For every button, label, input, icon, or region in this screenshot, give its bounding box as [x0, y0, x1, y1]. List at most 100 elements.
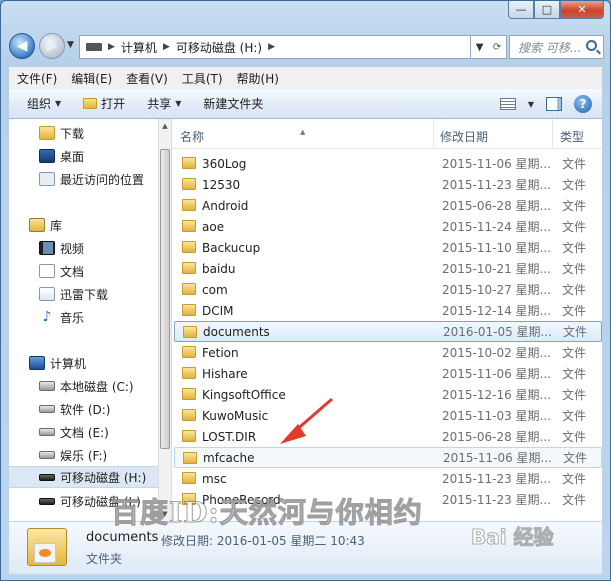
breadcrumb-computer[interactable]: 计算机	[121, 39, 157, 56]
table-row[interactable]: msc 2015-11-23 星期... 文件	[174, 468, 602, 489]
table-row[interactable]: KingsoftOffice 2015-12-16 星期... 文件	[174, 384, 602, 405]
column-divider[interactable]	[433, 119, 434, 149]
menu-tools[interactable]: 工具(T)	[182, 70, 223, 87]
sidebar-item-drive-h[interactable]: 可移动磁盘 (H:)	[9, 466, 158, 488]
folder-icon	[182, 157, 196, 169]
help-icon[interactable]: ?	[574, 95, 592, 113]
computer-icon	[29, 356, 45, 370]
file-name: LOST.DIR	[202, 429, 257, 444]
search-icon[interactable]	[586, 40, 597, 51]
sidebar-item-thunder-download[interactable]: 迅雷下载	[39, 283, 108, 305]
file-type: 文件	[562, 304, 587, 318]
file-date: 2015-10-27 星期...	[442, 283, 551, 297]
sidebar-item-drive-c[interactable]: 本地磁盘 (C:)	[39, 375, 134, 397]
file-date: 2015-11-03 星期...	[442, 409, 551, 423]
sidebar-item-drive-e[interactable]: 文档 (E:)	[39, 421, 109, 443]
sidebar-item-drive-d[interactable]: 软件 (D:)	[39, 398, 110, 420]
sidebar-item-music[interactable]: ♪ 音乐	[39, 306, 84, 328]
table-row[interactable]: DCIM 2015-12-14 星期... 文件	[174, 300, 602, 321]
table-row[interactable]: Fetion 2015-10-02 星期... 文件	[174, 342, 602, 363]
folder-icon	[182, 199, 196, 211]
sidebar-item-videos[interactable]: 视频	[39, 237, 84, 259]
column-header-type[interactable]: 类型	[560, 128, 584, 145]
view-dropdown-icon[interactable]: ▼	[528, 100, 534, 109]
table-row[interactable]: aoe 2015-11-24 星期... 文件	[174, 216, 602, 237]
sidebar-item-documents[interactable]: 文档	[39, 260, 84, 282]
column-divider[interactable]	[552, 119, 553, 149]
scrollbar-thumb[interactable]	[160, 149, 170, 449]
menu-edit[interactable]: 编辑(E)	[71, 70, 112, 87]
table-row[interactable]: KuwoMusic 2015-11-03 星期... 文件	[174, 405, 602, 426]
thunder-download-icon	[39, 287, 55, 301]
sidebar-item-drive-f[interactable]: 娱乐 (F:)	[39, 444, 107, 466]
folder-icon	[182, 367, 196, 379]
table-row[interactable]: baidu 2015-10-21 星期... 文件	[174, 258, 602, 279]
minimize-button[interactable]: —	[508, 1, 534, 19]
change-view-icon[interactable]	[499, 98, 516, 110]
breadcrumb-separator-icon[interactable]: ▶	[108, 42, 115, 52]
explorer-body: 下载 桌面 最近访问的位置 库 视频 文档 迅雷下载 ♪ 音乐 计算机 本地磁盘…	[9, 119, 602, 521]
sidebar-item-libraries[interactable]: 库	[29, 214, 62, 236]
folder-icon	[182, 346, 196, 358]
file-name: msc	[202, 471, 227, 486]
details-name: documents	[86, 530, 159, 545]
watermark-text: 百度ID:天然河与你相约	[111, 496, 423, 530]
column-header-date[interactable]: 修改日期	[440, 128, 488, 145]
preview-pane-icon[interactable]	[546, 97, 562, 111]
sidebar-item-downloads[interactable]: 下载	[39, 122, 84, 144]
table-row[interactable]: Hishare 2015-11-06 星期... 文件	[174, 363, 602, 384]
address-dropdown-icon[interactable]: ▼	[476, 42, 484, 53]
menu-view[interactable]: 查看(V)	[126, 70, 168, 87]
back-arrow-icon[interactable]: ◀	[9, 33, 35, 59]
column-header-name[interactable]: 名称	[180, 128, 204, 145]
dropdown-arrow-icon: ▼	[175, 99, 182, 108]
table-row[interactable]: Android 2015-06-28 星期... 文件	[174, 195, 602, 216]
sidebar-item-recent-places[interactable]: 最近访问的位置	[39, 168, 144, 190]
breadcrumb-removable-disk[interactable]: 可移动磁盘 (H:)	[176, 39, 262, 56]
usb-drive-icon	[39, 497, 55, 505]
new-folder-button[interactable]: 新建文件夹	[203, 95, 263, 112]
explorer-window: — □ ✕ ◀ ▶ ▼ ▶ 计算机 ▶ 可移动磁盘 (H:) ▶ ▼ ⟳ 搜索 …	[0, 0, 611, 581]
forward-arrow-icon[interactable]: ▶	[39, 33, 65, 59]
breadcrumb-separator-icon[interactable]: ▶	[163, 42, 170, 52]
table-row-selected[interactable]: documents 2016-01-05 星期... 文件	[174, 321, 602, 342]
menu-file[interactable]: 文件(F)	[17, 70, 57, 87]
address-bar[interactable]: ▶ 计算机 ▶ 可移动磁盘 (H:) ▶	[79, 35, 471, 59]
folder-icon	[183, 326, 197, 338]
maximize-button[interactable]: □	[534, 1, 560, 19]
refresh-icon[interactable]: ⟳	[493, 42, 501, 53]
search-input[interactable]: 搜索 可移...	[509, 35, 604, 59]
address-tools: ▼ ⟳	[471, 35, 507, 59]
folder-icon	[182, 388, 196, 400]
close-button[interactable]: ✕	[560, 1, 604, 19]
breadcrumb-separator-icon[interactable]: ▶	[268, 42, 275, 52]
organize-button[interactable]: 组织 ▼	[27, 95, 61, 112]
folder-icon	[182, 220, 196, 232]
sidebar-item-computer[interactable]: 计算机	[29, 352, 86, 374]
file-type: 文件	[562, 262, 587, 276]
folder-icon	[182, 409, 196, 421]
folder-icon	[182, 178, 196, 190]
table-row[interactable]: LOST.DIR 2015-06-28 星期... 文件	[174, 426, 602, 447]
sidebar-item-desktop[interactable]: 桌面	[39, 145, 84, 167]
file-date: 2015-11-06 星期...	[442, 367, 551, 381]
table-row[interactable]: com 2015-10-27 星期... 文件	[174, 279, 602, 300]
table-row[interactable]: 360Log 2015-11-06 星期... 文件	[174, 153, 602, 174]
navigation-scrollbar[interactable]: ▲ ▼	[158, 119, 171, 521]
drive-icon	[86, 43, 102, 51]
table-row[interactable]: 12530 2015-11-23 星期... 文件	[174, 174, 602, 195]
table-row-hover[interactable]: mfcache 2015-11-06 星期... 文件	[174, 447, 602, 468]
menu-help[interactable]: 帮助(H)	[237, 70, 279, 87]
command-bar-tools: ▼ ?	[499, 95, 592, 113]
file-type: 文件	[562, 493, 587, 507]
scroll-up-arrow-icon[interactable]: ▲	[159, 119, 171, 133]
share-button[interactable]: 共享 ▼	[147, 95, 181, 112]
recent-places-icon	[39, 172, 55, 186]
share-label: 共享	[147, 97, 172, 111]
folder-icon	[182, 304, 196, 316]
open-button[interactable]: 打开	[83, 95, 125, 112]
documents-icon	[39, 264, 55, 278]
file-type: 文件	[563, 451, 588, 465]
table-row[interactable]: Backucup 2015-11-10 星期... 文件	[174, 237, 602, 258]
recent-pages-dropdown-icon[interactable]: ▼	[67, 40, 74, 50]
